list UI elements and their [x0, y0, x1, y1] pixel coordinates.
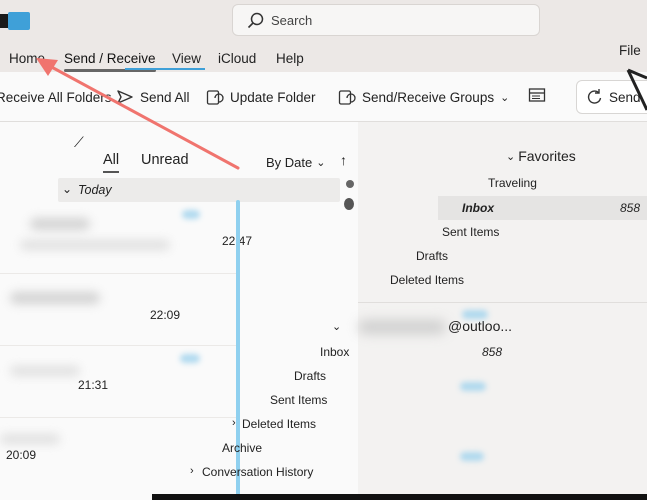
- folder-sync-icon: [206, 90, 224, 105]
- send-receive-right-button[interactable]: Send: [576, 80, 647, 114]
- account-folder-sent-items[interactable]: Sent Items: [270, 393, 327, 407]
- send-receive-groups-label: Send/Receive Groups: [362, 89, 495, 105]
- chevron-down-icon: ⌄: [506, 150, 516, 163]
- receive-all-folders-button[interactable]: Receive All Folders: [0, 86, 112, 108]
- update-folder-label: Update Folder: [230, 89, 316, 105]
- sync-icon: [587, 89, 602, 104]
- favorites-header[interactable]: ⌄ Favorites: [506, 148, 576, 164]
- list-item[interactable]: 22:09: [0, 274, 240, 346]
- ribbon-panel-button[interactable]: [528, 84, 546, 106]
- search-box[interactable]: Search: [232, 4, 540, 36]
- chevron-down-icon: ⌄: [62, 182, 73, 196]
- chevron-down-icon: ⌄: [500, 91, 510, 104]
- folder-pane: ⌄ Favorites Traveling Inbox 858 Sent Ite…: [190, 122, 647, 500]
- send-receive-groups-button[interactable]: Send/Receive Groups ⌄: [338, 86, 509, 108]
- sort-label: By Date: [266, 155, 313, 170]
- search-icon: [247, 12, 264, 29]
- favorites-label: Favorites: [518, 148, 576, 164]
- send-all-button[interactable]: Send All: [116, 86, 190, 108]
- tab-view[interactable]: View: [172, 51, 201, 66]
- collapse-icon[interactable]: ⟋: [74, 134, 84, 151]
- chevron-down-icon: ⌄: [316, 157, 326, 169]
- account-inbox-count: 858: [482, 345, 503, 359]
- send-right-label: Send: [609, 89, 641, 105]
- message-time: 21:31: [78, 378, 109, 392]
- receive-all-folders-label: Receive All Folders: [0, 89, 112, 105]
- folder-deleted-items[interactable]: Deleted Items: [390, 273, 464, 287]
- update-folder-button[interactable]: Update Folder: [206, 86, 316, 108]
- tab-home[interactable]: Home: [9, 51, 45, 66]
- message-list-pane: ⟋ All Unread By Date ⌄ ↑ ⌄ Today 22:47 2…: [0, 122, 358, 500]
- chevron-right-icon[interactable]: ›: [190, 465, 194, 477]
- account-folder-drafts[interactable]: Drafts: [294, 369, 326, 383]
- tab-send-receive[interactable]: Send / Receive: [64, 51, 156, 72]
- group-header-today[interactable]: ⌄ Today: [58, 178, 340, 202]
- accent-underline: [125, 68, 205, 70]
- search-placeholder: Search: [271, 13, 313, 28]
- folder-inbox[interactable]: Inbox: [462, 201, 494, 215]
- filter-all[interactable]: All: [103, 152, 120, 173]
- panel-icon: [528, 88, 546, 102]
- list-filters: ⟋ All Unread By Date ⌄ ↑: [0, 122, 358, 178]
- list-item[interactable]: 21:31: [0, 346, 240, 418]
- folder-traveling[interactable]: Traveling: [488, 176, 537, 190]
- account-folder-inbox[interactable]: Inbox: [320, 345, 349, 359]
- ribbon: Receive All Folders Send All Update Fold…: [0, 72, 647, 122]
- account-folder-deleted-items[interactable]: Deleted Items: [242, 417, 316, 431]
- divider: [358, 302, 647, 303]
- menu-bar: Home Send / Receive View iCloud Help Fil…: [0, 40, 647, 72]
- inbox-count-badge: 858: [620, 201, 641, 215]
- send-icon: [117, 90, 133, 104]
- folder-sent-items[interactable]: Sent Items: [442, 225, 499, 239]
- list-item[interactable]: 20:09: [0, 418, 240, 490]
- group-label: Today: [78, 183, 112, 197]
- outlook-logo: [0, 8, 30, 30]
- list-item[interactable]: 22:47: [0, 202, 252, 274]
- account-name[interactable]: @outloo...: [448, 318, 512, 334]
- tab-help[interactable]: Help: [276, 51, 304, 66]
- chevron-down-icon[interactable]: ⌄: [332, 320, 341, 333]
- message-time: 22:09: [150, 308, 181, 322]
- account-folder-conversation-history[interactable]: Conversation History: [202, 465, 313, 479]
- reading-pane-divider[interactable]: [236, 200, 240, 500]
- account-folder-archive[interactable]: Archive: [222, 441, 262, 455]
- folder-drafts[interactable]: Drafts: [416, 249, 448, 263]
- folder-sync-icon: [338, 90, 356, 105]
- bottom-edge: [152, 494, 647, 500]
- send-all-label: Send All: [140, 89, 190, 105]
- scrollbar[interactable]: [344, 180, 354, 212]
- sort-direction-icon[interactable]: ↑: [340, 152, 347, 168]
- tab-file[interactable]: File: [619, 43, 641, 58]
- message-time: 20:09: [6, 448, 37, 462]
- sort-by-date-button[interactable]: By Date ⌄: [266, 155, 325, 170]
- tab-icloud[interactable]: iCloud: [218, 51, 256, 66]
- title-bar: Search: [0, 0, 647, 40]
- filter-unread[interactable]: Unread: [141, 152, 189, 168]
- chevron-right-icon[interactable]: ›: [232, 417, 236, 429]
